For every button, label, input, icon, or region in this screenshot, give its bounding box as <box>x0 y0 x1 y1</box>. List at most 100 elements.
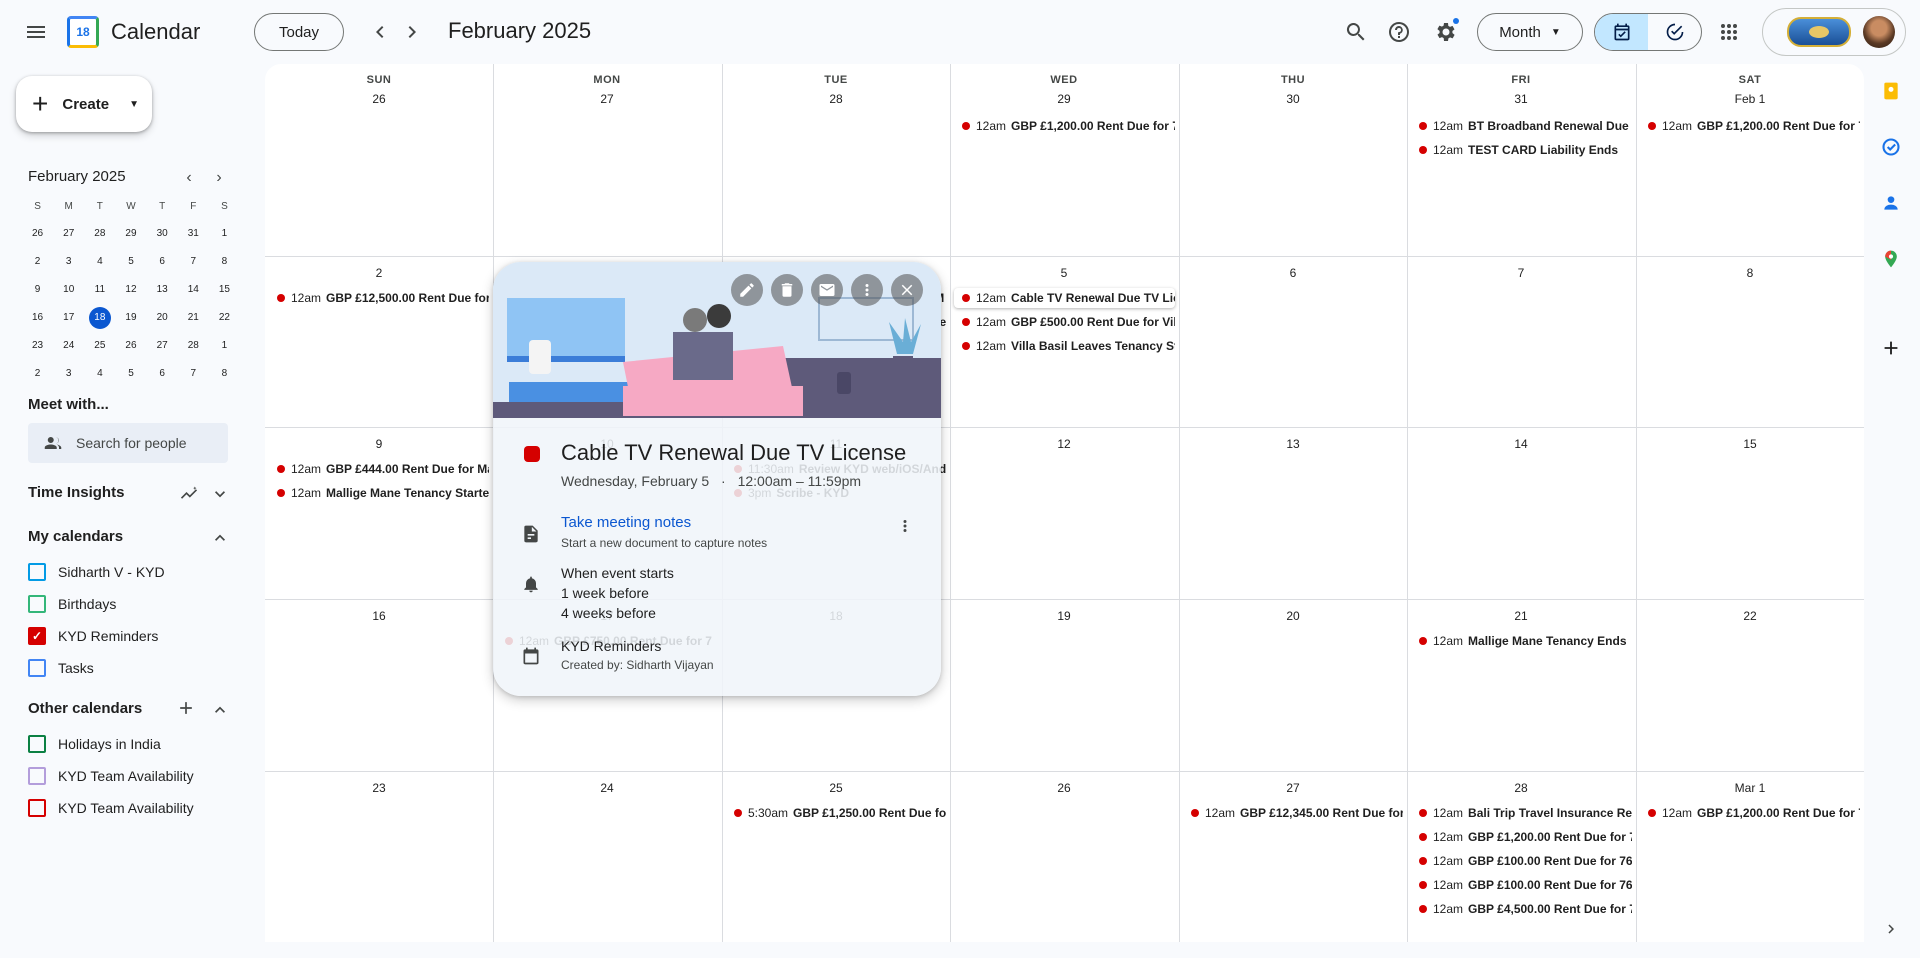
mini-day[interactable]: 5 <box>115 362 146 386</box>
chevron-down-icon[interactable] <box>210 484 230 507</box>
calendar-list-item[interactable]: KYD Team Availability <box>28 766 194 786</box>
day-number[interactable]: 8 <box>1636 266 1864 280</box>
mini-day[interactable]: 1 <box>209 222 240 246</box>
day-number[interactable]: 31 <box>1407 92 1635 106</box>
mini-day[interactable]: 4 <box>84 250 115 274</box>
mini-day[interactable]: 26 <box>22 222 53 246</box>
more-options-icon[interactable] <box>851 274 883 306</box>
day-cell[interactable] <box>493 771 722 942</box>
day-number[interactable]: 22 <box>1636 609 1864 623</box>
notes-more-icon[interactable] <box>893 514 917 538</box>
mini-day-today[interactable]: 18 <box>84 306 115 330</box>
calendar-list-item[interactable]: Birthdays <box>28 594 116 614</box>
day-number[interactable]: 30 <box>1179 92 1407 106</box>
event-chip[interactable]: 12am GBP £100.00 Rent Due for 76 <box>1411 851 1632 871</box>
day-cell[interactable] <box>265 427 493 599</box>
day-number[interactable]: 12 <box>950 437 1178 451</box>
my-calendars-heading[interactable]: My calendars <box>28 528 123 545</box>
event-chip[interactable]: 12am GBP £1,200.00 Rent Due for 7 <box>1640 803 1860 823</box>
event-chip[interactable]: 12am GBP £1,200.00 Rent Due for 7 <box>954 116 1175 136</box>
day-number[interactable]: 24 <box>493 781 721 795</box>
day-cell[interactable] <box>1179 771 1407 942</box>
mini-day[interactable]: 29 <box>115 222 146 246</box>
contacts-icon[interactable] <box>1880 192 1902 214</box>
mini-next-month-icon[interactable]: › <box>207 166 231 190</box>
mini-day[interactable]: 15 <box>209 278 240 302</box>
mini-day[interactable]: 10 <box>53 278 84 302</box>
event-chip[interactable]: 12am Mallige Mane Tenancy Started <box>269 483 489 503</box>
day-number[interactable]: Mar 1 <box>1636 781 1864 795</box>
time-insights-heading[interactable]: Time Insights <box>28 484 124 501</box>
mini-day[interactable]: 24 <box>53 334 84 358</box>
account-switcher[interactable] <box>1762 8 1906 56</box>
mini-day[interactable]: 2 <box>22 250 53 274</box>
view-switcher-dropdown[interactable]: Month ▼ <box>1477 13 1583 51</box>
mini-day[interactable]: 30 <box>147 222 178 246</box>
avatar[interactable] <box>1863 16 1895 48</box>
settings-gear-icon[interactable] <box>1425 12 1465 52</box>
event-chip[interactable]: 12am GBP £12,500.00 Rent Due for <box>269 288 489 308</box>
event-chip[interactable]: 12am GBP £1,200.00 Rent Due for 7 <box>1640 116 1860 136</box>
day-number[interactable]: 2 <box>265 266 493 280</box>
help-icon[interactable] <box>1379 12 1419 52</box>
day-cell[interactable] <box>265 256 493 427</box>
event-chip[interactable]: 12am GBP £1,200.00 Rent Due for 7 <box>1411 827 1632 847</box>
day-number[interactable]: 20 <box>1179 609 1407 623</box>
calendar-view-toggle[interactable] <box>1595 14 1648 50</box>
day-number[interactable]: 28 <box>1407 781 1635 795</box>
event-chip[interactable]: 12am GBP £444.00 Rent Due for Ma <box>269 459 489 479</box>
create-button[interactable]: + Create ▼ <box>16 76 152 132</box>
email-guests-icon[interactable] <box>811 274 843 306</box>
mini-day[interactable]: 16 <box>22 306 53 330</box>
day-number[interactable]: 23 <box>265 781 493 795</box>
event-chip[interactable]: 12am Mallige Mane Tenancy Ends <box>1411 631 1632 651</box>
day-cell[interactable] <box>1407 256 1636 427</box>
checkbox[interactable] <box>28 735 46 753</box>
day-cell[interactable] <box>265 771 493 942</box>
day-cell[interactable] <box>1636 256 1864 427</box>
event-chip[interactable]: 12am GBP £12,345.00 Rent Due for <box>1183 803 1403 823</box>
mini-day[interactable]: 6 <box>147 362 178 386</box>
checkbox[interactable] <box>28 595 46 613</box>
other-calendars-heading[interactable]: Other calendars <box>28 700 142 717</box>
mini-day[interactable]: 11 <box>84 278 115 302</box>
day-cell[interactable] <box>1179 427 1407 599</box>
mini-day[interactable]: 28 <box>178 334 209 358</box>
mini-day[interactable]: 5 <box>115 250 146 274</box>
mini-day[interactable]: 1 <box>209 334 240 358</box>
day-number[interactable]: 21 <box>1407 609 1635 623</box>
day-number[interactable]: Feb 1 <box>1636 92 1864 106</box>
event-chip[interactable]: 12am TEST CARD Liability Ends <box>1411 140 1632 160</box>
day-cell[interactable] <box>265 599 493 771</box>
mini-day[interactable]: 21 <box>178 306 209 330</box>
mini-day[interactable]: 7 <box>178 362 209 386</box>
mini-day[interactable]: 25 <box>84 334 115 358</box>
checkbox-checked[interactable]: ✓ <box>28 627 46 645</box>
day-number[interactable]: 15 <box>1636 437 1864 451</box>
day-cell[interactable] <box>1179 256 1407 427</box>
event-chip[interactable]: 12am GBP £100.00 Rent Due for 76 <box>1411 875 1632 895</box>
search-icon[interactable] <box>1336 12 1376 52</box>
day-number[interactable]: 16 <box>265 609 493 623</box>
mini-day[interactable]: 6 <box>147 250 178 274</box>
event-chip[interactable]: 12am Villa Basil Leaves Tenancy Sta <box>954 336 1175 356</box>
tasks-view-toggle[interactable] <box>1648 14 1701 50</box>
day-cell[interactable] <box>1407 599 1636 771</box>
event-chip[interactable]: 12am GBP £4,500.00 Rent Due for 7 <box>1411 899 1632 919</box>
calendar-list-item[interactable]: Tasks <box>28 658 94 678</box>
search-people-input[interactable]: Search for people <box>28 423 228 463</box>
mini-day[interactable]: 23 <box>22 334 53 358</box>
day-cell[interactable] <box>950 599 1179 771</box>
mini-day[interactable]: 8 <box>209 250 240 274</box>
day-number[interactable]: 5 <box>950 266 1178 280</box>
event-chip[interactable]: 12am BT Broadband Renewal Due fo <box>1411 116 1632 136</box>
day-cell[interactable] <box>1179 599 1407 771</box>
event-chip[interactable]: 12am GBP £500.00 Rent Due for Vil <box>954 312 1175 332</box>
day-number[interactable]: 19 <box>950 609 1178 623</box>
mini-day[interactable]: 20 <box>147 306 178 330</box>
mini-day[interactable]: 2 <box>22 362 53 386</box>
calendar-logo[interactable]: 18 <box>67 16 99 48</box>
day-number[interactable]: 28 <box>722 92 950 106</box>
day-cell[interactable] <box>1636 599 1864 771</box>
day-cell[interactable] <box>950 427 1179 599</box>
